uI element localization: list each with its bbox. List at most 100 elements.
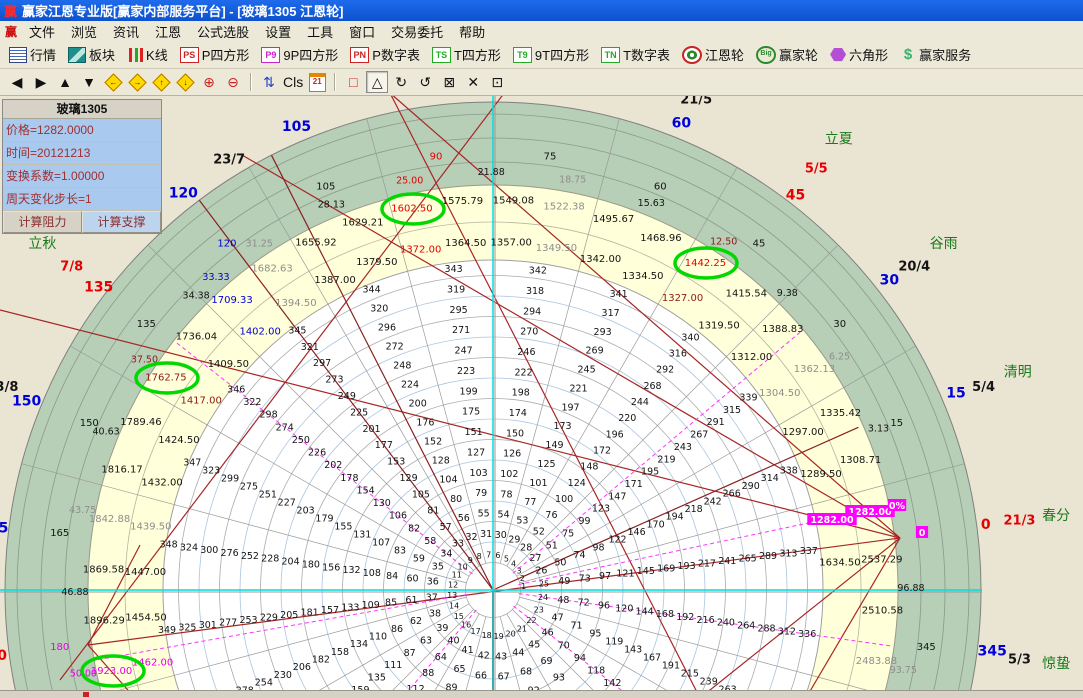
spiral-number: 206	[293, 662, 311, 673]
toolbar-button-赢家轮[interactable]: Big赢家轮	[750, 42, 824, 67]
spiral-number: 58	[424, 536, 436, 547]
toolbar-button-label: 六角形	[849, 45, 888, 64]
spiral-number: 5	[504, 554, 509, 563]
screen-pin-icon[interactable]: ⊡	[486, 71, 508, 93]
spiral-number: 29	[508, 535, 520, 546]
chip-p9-icon: P9	[261, 47, 280, 63]
spiral-number: 47	[552, 612, 564, 623]
info-panel: 玻璃1305 价格=1282.0000 时间=20121213 变换系数=1.0…	[2, 99, 162, 234]
toolbar-button-P数字表[interactable]: PNP数字表	[344, 42, 426, 67]
spiral-number: 36	[427, 577, 439, 588]
spiral-number: 247	[455, 346, 473, 357]
spiral-number: 204	[281, 557, 299, 568]
inner-price-label: 1304.50	[759, 388, 800, 399]
inner-price-label: 1409.50	[208, 359, 249, 370]
degree-label: 45	[753, 238, 766, 249]
outer-price-label: 1335.42	[820, 408, 861, 419]
menu-item-公式选股[interactable]: 公式选股	[189, 21, 257, 42]
toolbar-button-P四方形[interactable]: PSP四方形	[174, 42, 256, 67]
spiral-number: 275	[240, 481, 258, 492]
menu-item-窗口[interactable]: 窗口	[341, 21, 383, 42]
rotate-cw-icon[interactable]: ↻	[390, 71, 412, 93]
diamond-up-icon[interactable]: ↑	[150, 71, 172, 93]
spiral-number: 11	[452, 571, 462, 580]
up-icon[interactable]: ▲	[54, 71, 76, 93]
calendar-date-label: 23/7	[213, 152, 245, 167]
spiral-number: 46	[542, 628, 554, 639]
diamond-left-icon[interactable]: ←	[102, 71, 124, 93]
menu-item-设置[interactable]: 设置	[257, 21, 299, 42]
spiral-number: 349	[158, 625, 176, 636]
spiral-number: 7	[486, 550, 491, 559]
zoom-out-icon[interactable]: ⊖	[222, 71, 244, 93]
spiral-number: 12	[448, 580, 458, 589]
toolbar-button-板块[interactable]: 板块	[62, 42, 121, 67]
spiral-number: 299	[221, 473, 239, 484]
toolbar-button-江恩轮[interactable]: 江恩轮	[676, 42, 750, 67]
diamond-arrow: ↑	[159, 78, 163, 86]
rotate-ccw-icon[interactable]: ↺	[414, 71, 436, 93]
menu-item-文件[interactable]: 文件	[21, 21, 63, 42]
toolbar-button-T四方形[interactable]: TST四方形	[426, 42, 507, 67]
toolbar-button-9T四方形[interactable]: T99T四方形	[507, 42, 595, 67]
current-value-marker-text: 0%	[889, 501, 906, 512]
degree-label: 165	[50, 528, 69, 539]
spiral-number: 175	[462, 407, 480, 418]
bottom-status-strip[interactable]	[0, 690, 1083, 698]
toolbar-button-9P四方形[interactable]: P99P四方形	[255, 42, 344, 67]
spiral-number: 53	[516, 516, 528, 527]
diamond-down-icon[interactable]: ↓	[174, 71, 196, 93]
xbox-tool-icon[interactable]: ⊠	[438, 71, 460, 93]
spiral-number: 101	[529, 478, 547, 489]
spiral-number: 277	[219, 618, 237, 629]
toolbar-button-行情[interactable]: 行情	[3, 42, 62, 67]
toolbar-button-label: 板块	[89, 45, 115, 64]
prev-icon[interactable]: ◀	[6, 71, 28, 93]
spiral-number: 108	[363, 568, 381, 579]
spiral-number: 268	[643, 381, 661, 392]
toolbar-button-T数字表[interactable]: TNT数字表	[595, 42, 676, 67]
toolbar-button-赢家服务[interactable]: $赢家服务	[894, 42, 977, 67]
chip-t9-icon: T9	[513, 47, 532, 63]
spiral-number: 337	[800, 546, 818, 557]
calendar-icon[interactable]: 21	[306, 71, 328, 93]
degree-label: 105	[316, 181, 335, 192]
spiral-number: 344	[363, 284, 381, 295]
triangle-tool-icon[interactable]: △	[366, 71, 388, 93]
next-icon[interactable]: ▶	[30, 71, 52, 93]
title-bar[interactable]: 赢 赢家江恩专业版[赢家内部服务平台] - [玻璃1305 江恩轮]	[0, 0, 1083, 21]
spiral-number: 218	[685, 504, 703, 515]
spiral-number: 143	[624, 644, 642, 655]
zoom-in-icon[interactable]: ⊕	[198, 71, 220, 93]
inner-price-label: 1454.50	[125, 612, 166, 623]
spiral-number: 294	[523, 306, 541, 317]
cross-tool-icon[interactable]: ✕	[462, 71, 484, 93]
spiral-number: 95	[589, 628, 601, 639]
menu-item-浏览[interactable]: 浏览	[63, 21, 105, 42]
menu-item-交易委托[interactable]: 交易委托	[383, 21, 451, 42]
spiral-number: 289	[759, 551, 777, 562]
spiral-number: 336	[798, 629, 816, 640]
spiral-number: 56	[458, 513, 470, 524]
diamond-right-icon[interactable]: →	[126, 71, 148, 93]
updown-icon[interactable]: ⇅	[258, 71, 280, 93]
spiral-number: 157	[321, 605, 339, 616]
calc-resistance-button[interactable]: 计算阻力	[3, 211, 82, 233]
calc-support-button[interactable]: 计算支撑	[82, 211, 161, 233]
menu-item-工具[interactable]: 工具	[299, 21, 341, 42]
menu-item-江恩[interactable]: 江恩	[147, 21, 189, 42]
toolbar-button-六角形[interactable]: 六角形	[824, 42, 894, 67]
menu-item-资讯[interactable]: 资讯	[105, 21, 147, 42]
rect-tool-icon[interactable]: □	[342, 71, 364, 93]
cls-button[interactable]: Cls	[282, 71, 304, 93]
solar-term-label: 谷雨	[930, 236, 958, 252]
sector-blocks-icon	[68, 47, 86, 63]
toolbar-button-K线[interactable]: K线	[121, 42, 174, 67]
spiral-number: 203	[297, 505, 315, 516]
spiral-number: 147	[608, 491, 626, 502]
gann-wheel-chart[interactable]: 1234567891011121314151617181920212223242…	[0, 0, 1083, 698]
spiral-number: 347	[183, 457, 201, 468]
spiral-number: 104	[439, 475, 457, 486]
down-icon[interactable]: ▼	[78, 71, 100, 93]
menu-item-帮助[interactable]: 帮助	[451, 21, 493, 42]
